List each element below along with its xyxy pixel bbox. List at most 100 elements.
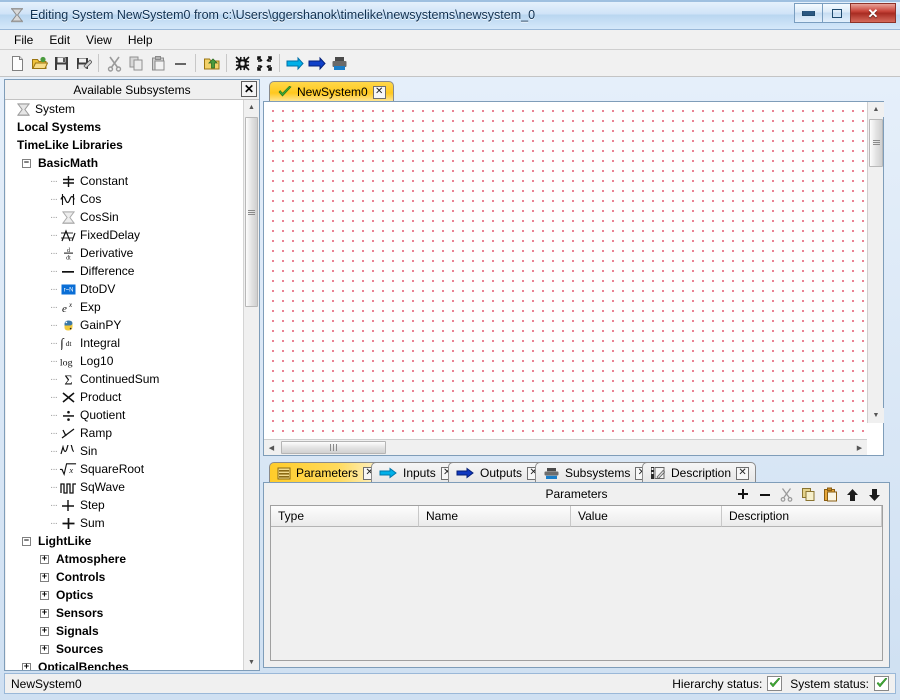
window-title: Editing System NewSystem0 from c:\Users\… — [30, 8, 536, 22]
zoom-expand-icon[interactable] — [253, 52, 275, 74]
column-header-name[interactable]: Name — [419, 506, 571, 527]
move-down-button[interactable] — [866, 486, 883, 503]
zoom-collapse-icon[interactable] — [231, 52, 253, 74]
tree-guide: ··· — [50, 355, 58, 367]
canvas-scroll-left-arrow[interactable]: ◀ — [264, 440, 279, 455]
menu-item-file[interactable]: File — [6, 31, 41, 49]
close-button[interactable]: ✕ — [850, 3, 896, 23]
new-file-icon[interactable] — [6, 52, 28, 74]
tree-item-optics[interactable]: + Optics — [6, 586, 245, 604]
run-fast-icon[interactable] — [306, 52, 328, 74]
paste-icon[interactable] — [147, 52, 169, 74]
maximize-button[interactable] — [822, 3, 851, 23]
tree-item-system[interactable]: System — [6, 100, 245, 118]
column-header-description[interactable]: Description — [722, 506, 882, 527]
canvas-horizontal-scrollbar[interactable]: ◀ ▶ — [264, 439, 867, 455]
add-parameter-button[interactable] — [734, 486, 751, 503]
menu-item-view[interactable]: View — [78, 31, 120, 49]
expand-icon[interactable]: + — [40, 572, 49, 582]
cut-icon[interactable] — [103, 52, 125, 74]
expand-icon[interactable]: + — [40, 626, 49, 636]
print-icon[interactable] — [328, 52, 350, 74]
cut-parameter-button[interactable] — [778, 486, 795, 503]
canvas-tab-newsystem0[interactable]: NewSystem0 ✕ — [269, 81, 394, 102]
tree-item-constant[interactable]: ··· Constant — [6, 172, 245, 190]
menu-item-help[interactable]: Help — [120, 31, 161, 49]
tree-item-continuedsum[interactable]: ··· Σ ContinuedSum — [6, 370, 245, 388]
expand-icon[interactable]: + — [40, 554, 49, 564]
canvas-scroll-up-arrow[interactable]: ▲ — [868, 102, 884, 117]
parameters-table-body[interactable] — [271, 527, 882, 660]
tree-guide: ··· — [50, 337, 58, 349]
tree-item-cossin[interactable]: ··· CosSin — [6, 208, 245, 226]
expand-icon[interactable]: + — [40, 590, 49, 600]
expand-icon[interactable]: + — [22, 662, 31, 670]
tree-item-signals[interactable]: + Signals — [6, 622, 245, 640]
copy-icon[interactable] — [125, 52, 147, 74]
tree-vertical-scrollbar[interactable]: ▲ ▼ — [243, 100, 259, 670]
tree-item-sqwave[interactable]: ··· SqWave — [6, 478, 245, 496]
properties-tab-subsystems[interactable]: Subsystems✕ — [535, 462, 656, 483]
tree-item-controls[interactable]: + Controls — [6, 568, 245, 586]
canvas-tab-close-icon[interactable]: ✕ — [372, 85, 386, 99]
close-panel-button[interactable]: ✕ — [241, 81, 257, 97]
tree-item-local-systems[interactable]: Local Systems — [6, 118, 245, 136]
tree-item-dtodv[interactable]: ··· r~N DtoDV — [6, 280, 245, 298]
column-header-type[interactable]: Type — [271, 506, 419, 527]
delete-minus-icon[interactable] — [169, 52, 191, 74]
minimize-button[interactable] — [794, 3, 823, 23]
canvas-hscroll-thumb[interactable] — [281, 441, 386, 454]
save-icon[interactable] — [50, 52, 72, 74]
subsystem-tree[interactable]: System Local Systems TimeLike Libraries − Ba… — [6, 100, 246, 670]
tree-item-step[interactable]: ··· Step — [6, 496, 245, 514]
menu-item-edit[interactable]: Edit — [41, 31, 78, 49]
properties-tab-parameters[interactable]: Parameters ✕ — [269, 462, 384, 483]
tree-item-exp[interactable]: ··· e x Exp — [6, 298, 245, 316]
collapse-icon[interactable]: − — [22, 536, 31, 546]
tree-item-log10[interactable]: ··· log Log10 — [6, 352, 245, 370]
tree-item-quotient[interactable]: ··· Quotient — [6, 406, 245, 424]
move-up-button[interactable] — [844, 486, 861, 503]
column-header-value[interactable]: Value — [571, 506, 722, 527]
tree-scroll-thumb[interactable] — [245, 117, 258, 307]
tree-item-timelike-libraries[interactable]: TimeLike Libraries — [6, 136, 245, 154]
canvas-scroll-right-arrow[interactable]: ▶ — [852, 440, 867, 455]
scroll-down-arrow[interactable]: ▼ — [244, 655, 259, 670]
properties-tab-description[interactable]: Description ✕ — [642, 462, 757, 483]
tree-item-product[interactable]: ··· Product — [6, 388, 245, 406]
scroll-up-arrow[interactable]: ▲ — [244, 100, 259, 115]
run-icon[interactable] — [284, 52, 306, 74]
canvas-vscroll-thumb[interactable] — [869, 119, 883, 167]
tree-item-cos[interactable]: ··· Cos — [6, 190, 245, 208]
tree-item-sources[interactable]: + Sources — [6, 640, 245, 658]
tree-item-lightlike[interactable]: − LightLike — [6, 532, 245, 550]
tree-item-basicmath[interactable]: − BasicMath — [6, 154, 245, 172]
canvas-scroll-down-arrow[interactable]: ▼ — [868, 408, 884, 423]
tree-item-ramp[interactable]: ··· Ramp — [6, 424, 245, 442]
paste-parameter-button[interactable] — [822, 486, 839, 503]
export-folder-icon[interactable] — [200, 52, 222, 74]
diagram-canvas[interactable] — [265, 103, 867, 440]
properties-tab-close-icon[interactable]: ✕ — [736, 466, 750, 480]
remove-parameter-button[interactable] — [756, 486, 773, 503]
svg-text:x: x — [68, 301, 73, 309]
properties-tab-outputs[interactable]: Outputs ✕ — [448, 462, 548, 483]
tree-item-sensors[interactable]: + Sensors — [6, 604, 245, 622]
tree-item-integral[interactable]: ··· ∫ dt Integral — [6, 334, 245, 352]
collapse-icon[interactable]: − — [22, 158, 31, 168]
tree-item-derivative[interactable]: ··· d dt Derivative — [6, 244, 245, 262]
tree-item-squareroot[interactable]: ··· x SquareRoot — [6, 460, 245, 478]
copy-parameter-button[interactable] — [800, 486, 817, 503]
open-folder-icon[interactable] — [28, 52, 50, 74]
expand-icon[interactable]: + — [40, 608, 49, 618]
expand-icon[interactable]: + — [40, 644, 49, 654]
save-as-icon[interactable] — [72, 52, 94, 74]
tree-item-fixeddelay[interactable]: ··· FixedDelay — [6, 226, 245, 244]
tree-item-sum[interactable]: ··· Sum — [6, 514, 245, 532]
tree-item-difference[interactable]: ··· Difference — [6, 262, 245, 280]
tree-item-sin[interactable]: ··· Sin — [6, 442, 245, 460]
tree-item-gainpy[interactable]: ··· GainPY — [6, 316, 245, 334]
tree-item-atmosphere[interactable]: + Atmosphere — [6, 550, 245, 568]
canvas-vertical-scrollbar[interactable]: ▲ ▼ — [867, 102, 884, 423]
tree-item-opticalbenches[interactable]: + OpticalBenches — [6, 658, 245, 670]
